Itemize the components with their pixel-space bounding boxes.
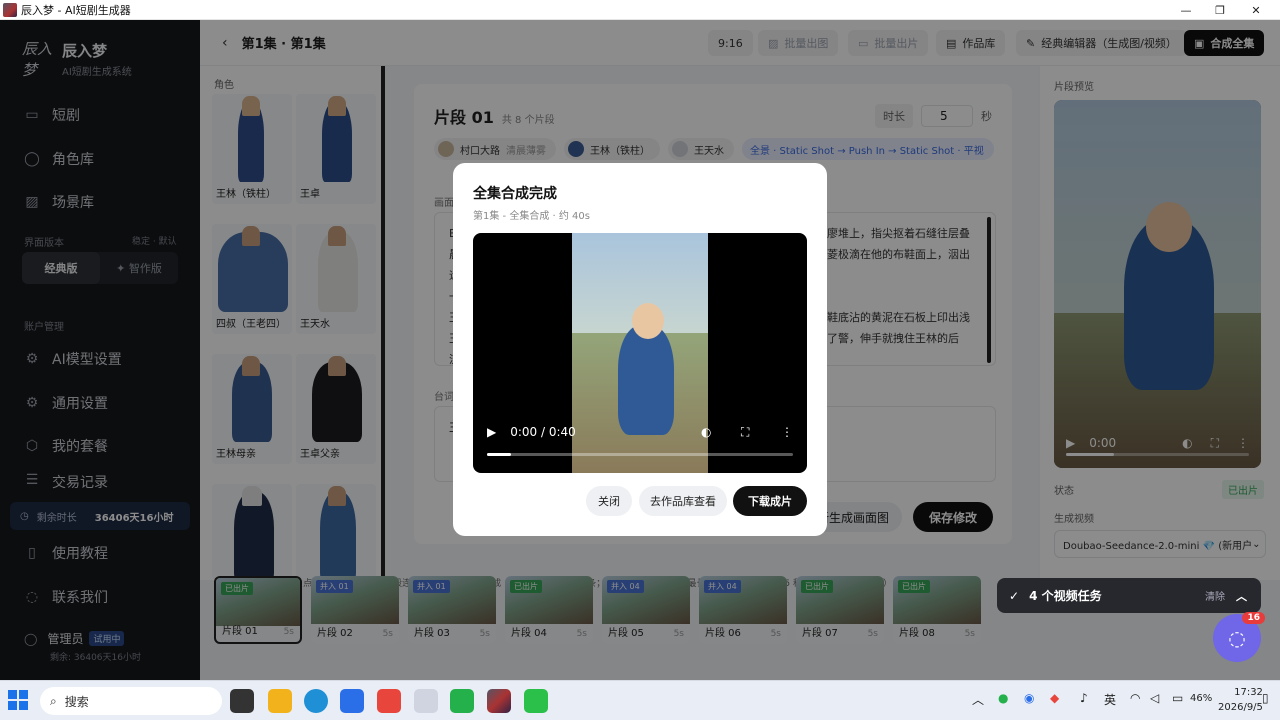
- chat-fab-button[interactable]: ◌ 16: [1213, 612, 1265, 662]
- battery-percent: 46%: [1190, 693, 1213, 704]
- clock-date: 2026/9/5: [1218, 702, 1263, 713]
- more-icon[interactable]: ⋮: [781, 425, 793, 439]
- video-frame: [572, 233, 708, 473]
- window-title: 辰入梦 - AI短剧生成器: [21, 3, 131, 17]
- compose-complete-dialog: 全集合成完成 第1集 - 全集合成 · 约 40s ▶ 0:00 / 0:40 …: [453, 163, 827, 536]
- clock-time: 17:32: [1234, 687, 1263, 698]
- player-progress-fill: [487, 453, 512, 456]
- chat-icon: ◌: [1228, 626, 1246, 650]
- tray-expand-icon[interactable]: ︿: [972, 691, 984, 708]
- tray-app-icon[interactable]: ◉: [1024, 691, 1034, 705]
- search-icon: ⌕: [50, 693, 57, 708]
- microphone-icon[interactable]: ♪: [1080, 691, 1088, 705]
- toast-clear-button[interactable]: 清除: [1205, 588, 1225, 603]
- player-progress[interactable]: [487, 453, 793, 456]
- system-clock[interactable]: 17:32 2026/9/5: [1218, 685, 1263, 715]
- download-button[interactable]: 下载成片: [733, 486, 807, 516]
- result-video-player[interactable]: ▶ 0:00 / 0:40 ◐ ⛶ ⋮: [473, 233, 807, 473]
- chevron-up-icon[interactable]: ︿: [1236, 588, 1247, 604]
- chat-app-icon[interactable]: [450, 689, 474, 713]
- search-placeholder: 搜索: [64, 694, 89, 709]
- volume-icon[interactable]: ◐: [701, 425, 711, 439]
- view-gallery-button[interactable]: 去作品库查看: [639, 486, 727, 516]
- dialog-close-button[interactable]: 关闭: [586, 486, 632, 516]
- maximize-button[interactable]: ❐: [1202, 0, 1238, 20]
- active-app-icon[interactable]: [487, 689, 511, 713]
- app-icon: [3, 2, 17, 17]
- snipping-icon[interactable]: [414, 689, 438, 713]
- frame-character: [618, 325, 674, 435]
- edge-icon[interactable]: [304, 689, 328, 713]
- tray-wps-icon[interactable]: ◆: [1050, 691, 1059, 705]
- fullscreen-icon[interactable]: ⛶: [741, 425, 749, 440]
- toast-text: 4 个视频任务: [1029, 589, 1102, 603]
- wechat-icon[interactable]: [524, 689, 548, 713]
- wifi-icon[interactable]: ◠: [1130, 691, 1140, 705]
- player-time: 0:00 / 0:40: [510, 425, 576, 439]
- notification-count: 16: [1242, 612, 1265, 624]
- wps-icon[interactable]: [377, 689, 401, 713]
- minimize-button[interactable]: —: [1168, 0, 1204, 20]
- ime-indicator[interactable]: 英: [1104, 691, 1116, 708]
- tray-wechat-icon[interactable]: ●: [998, 691, 1008, 705]
- dialog-title: 全集合成完成: [473, 186, 557, 202]
- close-window-button[interactable]: ✕: [1238, 0, 1274, 20]
- video-task-toast[interactable]: ✓ 4 个视频任务 清除 ︿: [997, 578, 1261, 613]
- check-icon: ✓: [1009, 588, 1020, 603]
- file-explorer-icon[interactable]: [268, 689, 292, 713]
- app-icon-blue[interactable]: [340, 689, 364, 713]
- task-view-icon[interactable]: [230, 689, 254, 713]
- windows-start-icon[interactable]: [8, 690, 28, 710]
- window-titlebar: 辰入梦 - AI短剧生成器 — ❐ ✕: [0, 0, 1280, 20]
- notification-icon[interactable]: ▯: [1262, 691, 1269, 705]
- volume-icon[interactable]: ◁: [1150, 691, 1159, 705]
- dialog-subtitle: 第1集 - 全集合成 · 约 40s: [473, 211, 590, 222]
- player-controls: ▶ 0:00 / 0:40: [487, 425, 576, 439]
- battery-icon[interactable]: ▭: [1172, 691, 1183, 705]
- os-taskbar: ⌕ 搜索 ︿ ● ◉ ◆ ♪ 英 ◠ ◁ ▭ 46% 17:32 2026/9/5…: [0, 680, 1280, 720]
- taskbar-search[interactable]: ⌕ 搜索: [40, 687, 222, 715]
- play-icon[interactable]: ▶: [487, 425, 496, 439]
- frame-face: [632, 303, 664, 339]
